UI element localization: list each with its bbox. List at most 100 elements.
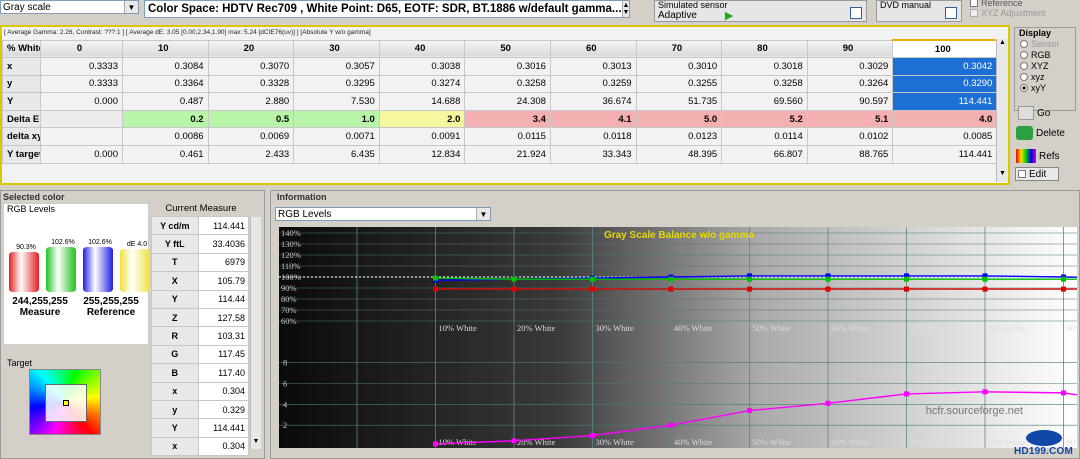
table-cell[interactable]: 0.0123 bbox=[635, 127, 723, 147]
chevron-down-icon[interactable]: ▼ bbox=[124, 1, 138, 13]
checkbox-icon[interactable] bbox=[1018, 170, 1026, 178]
table-cell[interactable]: 0.0085 bbox=[892, 127, 998, 147]
table-cell[interactable]: 0.3264 bbox=[806, 74, 894, 94]
scroll-down-icon[interactable]: ▼ bbox=[997, 170, 1008, 182]
table-cell[interactable]: 4.1 bbox=[549, 109, 637, 129]
go-button[interactable]: Go bbox=[1018, 106, 1050, 120]
table-cell[interactable]: 51.735 bbox=[635, 92, 723, 111]
checkbox-icon[interactable] bbox=[970, 9, 978, 17]
table-cell[interactable]: 2.0 bbox=[378, 109, 466, 129]
table-cell[interactable]: 0.000 bbox=[40, 145, 123, 164]
table-cell[interactable]: 0.3029 bbox=[806, 57, 894, 76]
table-cell[interactable]: 0.3016 bbox=[464, 57, 551, 76]
table-cell[interactable]: 0.0102 bbox=[806, 127, 894, 147]
table-cell[interactable]: 0.3258 bbox=[464, 74, 551, 94]
vertical-scrollbar[interactable]: ▼ bbox=[250, 217, 261, 449]
refs-button[interactable]: Refs bbox=[1016, 149, 1060, 163]
table-cell[interactable]: 2.433 bbox=[207, 145, 295, 164]
scroll-down-icon[interactable]: ▼ bbox=[251, 438, 261, 449]
table-cell[interactable]: 0.3038 bbox=[378, 57, 466, 76]
table-cell[interactable]: 0.3042 bbox=[892, 57, 998, 76]
table-cell[interactable]: 0.0115 bbox=[464, 127, 551, 147]
table-cell[interactable]: 0.0069 bbox=[207, 127, 295, 147]
table-cell[interactable]: 88.765 bbox=[806, 145, 894, 164]
table-cell[interactable]: 0.3259 bbox=[549, 74, 637, 94]
table-cell[interactable]: 48.395 bbox=[635, 145, 723, 164]
display-option-sensor[interactable]: Sensor bbox=[1020, 38, 1075, 49]
table-cell[interactable]: 7.530 bbox=[293, 92, 380, 111]
info-view-select[interactable]: RGB Levels ▼ bbox=[275, 207, 491, 221]
colorspace-select[interactable]: Color Space: HDTV Rec709 , White Point: … bbox=[144, 0, 630, 18]
table-cell[interactable]: 114.441 bbox=[892, 145, 998, 164]
table-cell[interactable]: 5.0 bbox=[635, 109, 723, 129]
table-cell[interactable]: 21.924 bbox=[464, 145, 551, 164]
table-cell[interactable] bbox=[40, 127, 123, 147]
table-cell[interactable]: 0.3295 bbox=[293, 74, 380, 94]
table-cell[interactable]: 5.2 bbox=[721, 109, 808, 129]
table-cell[interactable]: 0.2 bbox=[122, 109, 209, 129]
table-cell[interactable]: 0.3333 bbox=[40, 74, 123, 94]
table-cell[interactable]: 0.3057 bbox=[293, 57, 380, 76]
column-header[interactable]: 100 bbox=[892, 39, 998, 59]
table-cell[interactable]: 0.5 bbox=[207, 109, 295, 129]
table-cell[interactable]: 33.343 bbox=[549, 145, 637, 164]
table-cell[interactable]: 0.3258 bbox=[721, 74, 808, 94]
table-cell[interactable]: 3.4 bbox=[464, 109, 551, 129]
table-cell[interactable]: 0.3333 bbox=[40, 57, 123, 76]
column-header[interactable]: 50 bbox=[464, 39, 551, 59]
table-cell[interactable]: 0.3013 bbox=[549, 57, 637, 76]
delete-button[interactable]: Delete bbox=[1016, 126, 1065, 140]
table-cell[interactable]: 114.441 bbox=[892, 92, 998, 111]
configure-icon[interactable] bbox=[850, 7, 862, 19]
table-cell[interactable]: 0.487 bbox=[122, 92, 209, 111]
column-header[interactable]: 70 bbox=[635, 39, 723, 59]
table-cell[interactable]: 0.3364 bbox=[122, 74, 209, 94]
column-header[interactable]: 60 bbox=[549, 39, 637, 59]
scroll-up-icon[interactable]: ▲ bbox=[997, 39, 1008, 51]
table-cell[interactable]: 12.834 bbox=[378, 145, 466, 164]
table-cell[interactable]: 5.1 bbox=[806, 109, 894, 129]
table-cell[interactable]: 66.807 bbox=[721, 145, 808, 164]
measure-mode-select[interactable]: Gray scale ▼ bbox=[0, 0, 139, 14]
checkbox-icon[interactable] bbox=[970, 0, 978, 7]
configure-icon[interactable] bbox=[945, 7, 957, 19]
table-cell[interactable]: 6.435 bbox=[293, 145, 380, 164]
table-cell[interactable]: 69.560 bbox=[721, 92, 808, 111]
play-icon[interactable]: ▶ bbox=[725, 9, 733, 22]
table-cell[interactable]: 0.3328 bbox=[207, 74, 295, 94]
column-header[interactable]: 90 bbox=[806, 39, 894, 59]
table-cell[interactable]: 0.3084 bbox=[122, 57, 209, 76]
column-header[interactable]: 0 bbox=[40, 39, 123, 59]
scroll-arrows-icon[interactable]: ▲ ▼ bbox=[621, 1, 629, 17]
table-cell[interactable]: 0.0086 bbox=[122, 127, 209, 147]
column-header[interactable]: 10 bbox=[122, 39, 209, 59]
vertical-scrollbar[interactable]: ▲ ▼ bbox=[996, 39, 1008, 182]
column-header[interactable]: 40 bbox=[378, 39, 466, 59]
column-header[interactable]: 80 bbox=[721, 39, 808, 59]
display-option-xyy[interactable]: xyY bbox=[1020, 82, 1075, 93]
table-cell[interactable]: 14.688 bbox=[378, 92, 466, 111]
display-option-xyz[interactable]: xyz bbox=[1020, 71, 1075, 82]
table-cell[interactable]: 0.3290 bbox=[892, 74, 998, 94]
table-cell[interactable]: 0.0118 bbox=[549, 127, 637, 147]
table-cell[interactable]: 1.0 bbox=[293, 109, 380, 129]
table-cell[interactable]: 0.3255 bbox=[635, 74, 723, 94]
table-cell[interactable]: 0.3274 bbox=[378, 74, 466, 94]
display-option-xyz[interactable]: XYZ bbox=[1020, 60, 1075, 71]
table-cell[interactable]: 0.0071 bbox=[293, 127, 380, 147]
table-cell[interactable]: 0.3018 bbox=[721, 57, 808, 76]
display-option-rgb[interactable]: RGB bbox=[1020, 49, 1075, 60]
table-cell[interactable]: 0.3010 bbox=[635, 57, 723, 76]
edit-toggle[interactable]: Edit bbox=[1015, 167, 1059, 181]
table-cell[interactable]: 0.0114 bbox=[721, 127, 808, 147]
table-cell[interactable] bbox=[40, 109, 123, 129]
table-cell[interactable]: 0.3070 bbox=[207, 57, 295, 76]
table-cell[interactable]: 0.000 bbox=[40, 92, 123, 111]
table-cell[interactable]: 24.308 bbox=[464, 92, 551, 111]
chevron-down-icon[interactable]: ▼ bbox=[476, 208, 490, 220]
table-cell[interactable]: 36.674 bbox=[549, 92, 637, 111]
table-cell[interactable]: 0.461 bbox=[122, 145, 209, 164]
table-cell[interactable]: 90.597 bbox=[806, 92, 894, 111]
column-header[interactable]: 30 bbox=[293, 39, 380, 59]
table-cell[interactable]: 0.0091 bbox=[378, 127, 466, 147]
